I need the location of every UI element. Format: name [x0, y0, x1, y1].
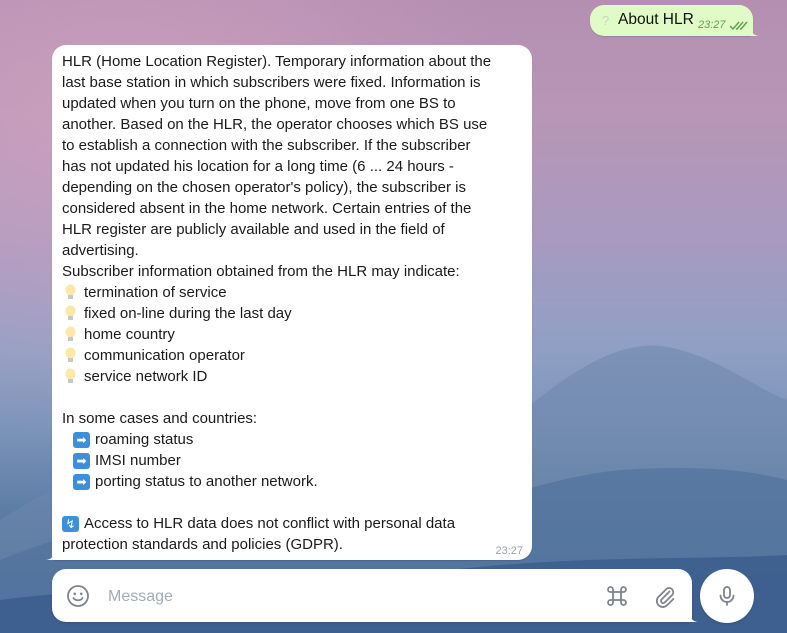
composer-tail — [689, 610, 699, 622]
right-arrow-icon: ➡ — [73, 452, 90, 469]
list-item-label: home country — [84, 326, 175, 343]
message-composer — [52, 569, 699, 622]
list-item-label: IMSI number — [95, 452, 181, 469]
list-item: ➡ IMSI number — [62, 450, 527, 471]
list-item-label: roaming status — [95, 431, 194, 448]
bubble-tail — [750, 24, 760, 36]
light-bulb-icon — [65, 305, 76, 320]
message-line: to establish a connection with the subsc… — [62, 137, 471, 154]
right-arrow-icon: ➡ — [73, 431, 90, 448]
bubble-tail — [45, 548, 55, 560]
incoming-message-bubble[interactable]: HLR (Home Location Register). Temporary … — [45, 45, 532, 560]
incoming-message-text: HLR (Home Location Register). Temporary … — [62, 51, 527, 555]
list-item-label: communication operator — [84, 347, 245, 364]
message-input[interactable] — [106, 583, 550, 611]
indicate-intro: Subscriber information obtained from the… — [62, 263, 460, 280]
light-bulb-icon — [65, 326, 76, 341]
message-line: HLR register are publicly available and … — [62, 221, 445, 238]
question-mark-icon: ? — [602, 13, 610, 28]
list-item-label: service network ID — [84, 368, 208, 385]
list-item: communication operator — [62, 345, 527, 366]
outgoing-message-bubble[interactable]: ? About HLR 23:27 — [590, 5, 760, 36]
list-item: fixed on-line during the last day — [62, 303, 527, 324]
message-line: updated when you turn on the phone, move… — [62, 95, 456, 112]
list-item: ➡ porting status to another network. — [62, 471, 527, 492]
outgoing-message-text: About HLR — [618, 11, 694, 28]
light-bulb-icon — [65, 347, 76, 362]
gdpr-badge-icon: ↯ — [62, 515, 79, 532]
message-line: HLR (Home Location Register). Temporary … — [62, 53, 492, 70]
right-arrow-icon: ➡ — [73, 473, 90, 490]
paperclip-icon[interactable] — [652, 583, 678, 609]
light-bulb-icon — [65, 284, 76, 299]
message-line: another. Based on the HLR, the operator … — [62, 116, 488, 133]
outgoing-message-time: 23:27 — [698, 19, 726, 31]
cases-intro: In some cases and countries: — [62, 410, 258, 427]
list-item: home country — [62, 324, 527, 345]
message-line: considered absent in the home network. C… — [62, 200, 472, 217]
gdpr-line: ↯ Access to HLR data does not conflict w… — [62, 513, 527, 534]
command-icon[interactable] — [604, 583, 630, 609]
double-check-icon — [729, 21, 748, 31]
list-item-label: porting status to another network. — [95, 473, 318, 490]
gdpr-text: Access to HLR data does not conflict wit… — [84, 515, 456, 532]
incoming-message-time: 23:27 — [495, 545, 523, 557]
list-item: service network ID — [62, 366, 527, 387]
message-line: advertising. — [62, 242, 139, 259]
message-line: last base station in which subscribers w… — [62, 74, 481, 91]
microphone-icon — [719, 586, 735, 606]
message-line: has not updated his location for a long … — [62, 158, 454, 175]
microphone-button[interactable] — [700, 569, 754, 623]
list-item: ➡ roaming status — [62, 429, 527, 450]
list-item-label: fixed on-line during the last day — [84, 305, 292, 322]
list-item-label: termination of service — [84, 284, 227, 301]
list-item: termination of service — [62, 282, 527, 303]
smile-icon[interactable] — [66, 584, 90, 608]
light-bulb-icon — [65, 368, 76, 383]
message-line: depending on the chosen operator's polic… — [62, 179, 466, 196]
gdpr-line-2: protection standards and policies (GDPR)… — [62, 536, 343, 553]
